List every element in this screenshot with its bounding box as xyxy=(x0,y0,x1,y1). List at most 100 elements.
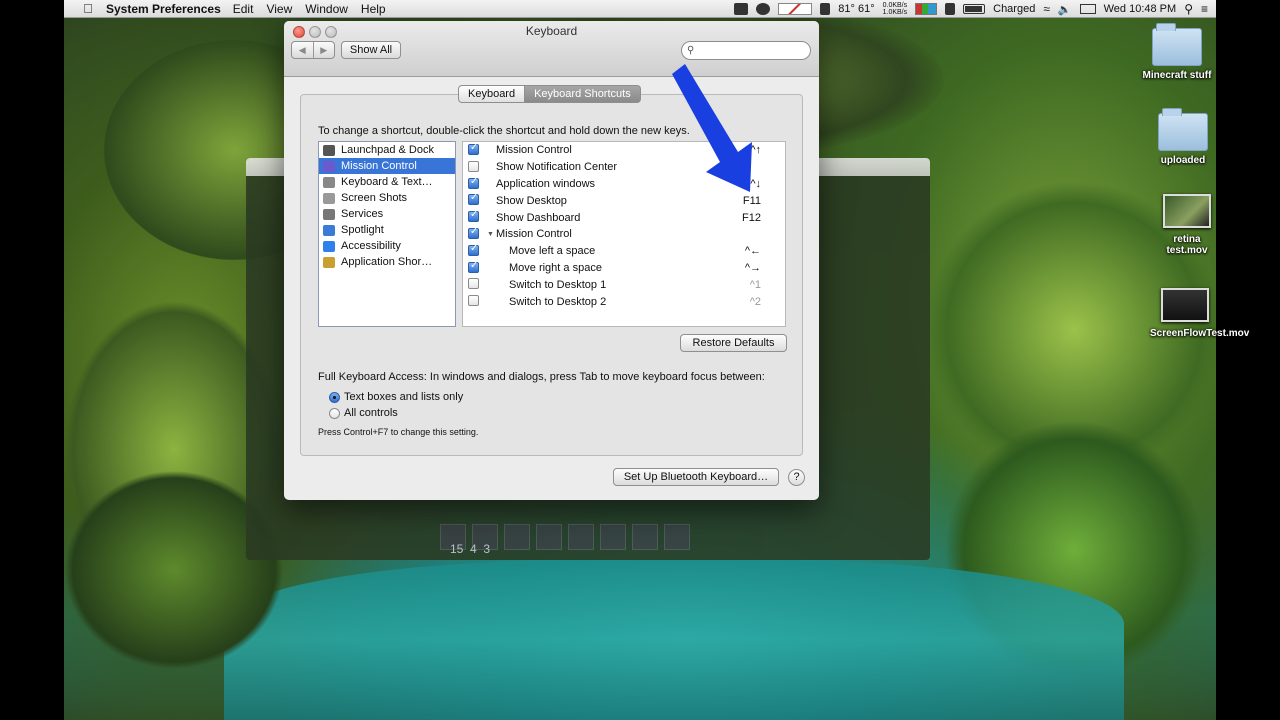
category-item[interactable]: Application Shor… xyxy=(319,254,455,270)
tab-keyboard-shortcuts[interactable]: Keyboard Shortcuts xyxy=(525,85,641,103)
shortcut-label: Application windows xyxy=(496,177,596,190)
radio-button[interactable] xyxy=(329,391,340,403)
shortcut-checkbox[interactable] xyxy=(468,295,479,307)
disk-icon[interactable] xyxy=(945,3,956,15)
movie-thumbnail-icon xyxy=(1163,194,1211,228)
category-item[interactable]: Screen Shots xyxy=(319,190,455,206)
category-item[interactable]: Services xyxy=(319,206,455,222)
full-keyboard-access-label: Full Keyboard Access: In windows and dia… xyxy=(318,371,765,383)
setup-bluetooth-keyboard-button[interactable]: Set Up Bluetooth Keyboard… xyxy=(613,468,779,486)
battery-icon[interactable] xyxy=(963,4,986,14)
blue-arrow-annotation xyxy=(672,64,752,192)
shortcut-checkbox[interactable] xyxy=(468,226,479,239)
shortcut-checkbox[interactable] xyxy=(468,176,479,189)
memory-meter-icon[interactable] xyxy=(915,3,938,15)
accessibility-icon xyxy=(323,240,335,252)
category-item[interactable]: Launchpad & Dock xyxy=(319,142,455,158)
shortcut-row[interactable]: Show Dashboard F12 xyxy=(463,209,785,226)
menu-edit[interactable]: Edit xyxy=(233,2,254,16)
shortcut-checkbox[interactable] xyxy=(468,260,479,273)
menu-window[interactable]: Window xyxy=(305,2,348,16)
disclosure-triangle-icon[interactable]: ▼ xyxy=(487,231,494,238)
shortcut-label: Move right a space xyxy=(509,261,602,274)
shortcut-row[interactable]: Move left a space ^← xyxy=(463,243,785,260)
spotlight-search-icon[interactable]: ⚲ xyxy=(1184,2,1193,16)
apple-menu-icon[interactable]:  xyxy=(78,1,98,16)
show-all-button[interactable]: Show All xyxy=(341,41,401,59)
category-label: Services xyxy=(341,208,384,220)
mission-control-icon xyxy=(323,160,335,172)
shortcut-row[interactable]: Switch to Desktop 2 ^2 xyxy=(463,293,785,310)
window-title: Keyboard xyxy=(525,24,578,38)
river-water xyxy=(224,560,1124,720)
category-label: Keyboard & Text… xyxy=(341,176,433,188)
cpu-graph-icon[interactable] xyxy=(778,3,813,15)
shortcut-checkbox[interactable] xyxy=(468,278,479,290)
shortcut-label: Show Desktop xyxy=(496,194,567,207)
shortcut-label: Mission Control xyxy=(496,228,572,241)
shortcut-checkbox[interactable] xyxy=(468,243,479,256)
shortcut-key[interactable]: ^2 xyxy=(750,296,761,308)
restore-defaults-button[interactable]: Restore Defaults xyxy=(680,334,787,352)
temperature-readout[interactable]: 81° 61° xyxy=(838,3,874,15)
net-up-readout: 0.0KB/s xyxy=(882,2,908,9)
category-label: Mission Control xyxy=(341,160,417,172)
category-label: Spotlight xyxy=(341,224,384,236)
shortcut-checkbox[interactable] xyxy=(468,142,479,155)
shortcut-row[interactable]: Switch to Desktop 1 ^1 xyxy=(463,276,785,293)
desktop-icon-label: retina test.mov xyxy=(1166,234,1208,256)
shortcut-checkbox[interactable] xyxy=(468,192,479,206)
menu-clock[interactable]: Wed 10:48 PM xyxy=(1104,3,1177,15)
network-speed[interactable]: 0.0KB/s 1.0KB/s xyxy=(883,2,908,16)
radio-button[interactable] xyxy=(329,407,340,419)
menu-view[interactable]: View xyxy=(266,2,292,16)
radio-text-boxes[interactable]: Text boxes and lists only xyxy=(329,391,463,403)
radio-label: All controls xyxy=(344,407,398,419)
shortcut-key[interactable]: ^← xyxy=(745,245,761,257)
gear-icon xyxy=(323,208,335,220)
desktop-file-screenflow-test[interactable]: ScreenFlowTest.mov xyxy=(1150,288,1249,339)
app-menu[interactable]: System Preferences xyxy=(106,2,221,16)
category-item[interactable]: Accessibility xyxy=(319,238,455,254)
desktop-file-retina-test[interactable]: retina test.mov xyxy=(1152,194,1222,256)
shortcut-category-list[interactable]: Launchpad & Dock Mission Control Keyboard … xyxy=(318,141,456,327)
forward-arrow-icon[interactable]: ▶ xyxy=(314,42,335,58)
shortcut-key[interactable]: F12 xyxy=(742,212,761,224)
desktop-icon-label: ScreenFlowTest.mov xyxy=(1150,328,1250,339)
desktop-folder-uploaded[interactable]: uploaded xyxy=(1148,108,1218,166)
notification-center-icon[interactable]: ≡ xyxy=(1201,2,1208,16)
status-area: 81° 61° 0.0KB/s 1.0KB/s Charged ≈ 🔈 Wed … xyxy=(734,0,1208,18)
category-item[interactable]: Keyboard & Text… xyxy=(319,174,455,190)
category-item[interactable]: Mission Control xyxy=(319,158,455,174)
back-arrow-icon[interactable]: ◀ xyxy=(292,42,314,58)
flag-icon[interactable] xyxy=(1079,4,1096,14)
shortcut-key[interactable]: ^1 xyxy=(750,279,761,291)
movie-thumbnail-icon xyxy=(1161,288,1209,322)
shortcut-checkbox[interactable] xyxy=(468,209,479,223)
hotbar-counts: 15 4 3 xyxy=(450,542,491,556)
hotbar-slot xyxy=(600,524,626,550)
help-button[interactable]: ? xyxy=(788,469,805,486)
shortcut-label: Show Dashboard xyxy=(496,211,581,224)
shortcut-label: Switch to Desktop 2 xyxy=(509,295,607,308)
category-item[interactable]: Spotlight xyxy=(319,222,455,238)
hotbar-slot xyxy=(664,524,690,550)
tab-bar: Keyboard Keyboard Shortcuts xyxy=(458,85,641,103)
wifi-icon[interactable]: ≈ xyxy=(1043,2,1050,16)
desktop-folder-minecraft[interactable]: Minecraft stuff xyxy=(1142,23,1212,81)
menu-help[interactable]: Help xyxy=(361,2,386,16)
shortcut-row[interactable]: Move right a space ^→ xyxy=(463,260,785,277)
shortcut-label: Mission Control xyxy=(496,144,572,157)
shortcut-checkbox[interactable] xyxy=(468,160,479,172)
camera-icon[interactable] xyxy=(734,3,749,15)
shortcut-group-row[interactable]: ▼Mission Control xyxy=(463,226,785,243)
instruction-text: To change a shortcut, double-click the s… xyxy=(318,125,690,137)
shortcut-key[interactable]: ^→ xyxy=(745,262,761,274)
checkmark-badge-icon[interactable] xyxy=(756,3,771,15)
tab-keyboard[interactable]: Keyboard xyxy=(458,85,526,103)
fan-icon[interactable] xyxy=(820,3,831,15)
volume-icon[interactable]: 🔈 xyxy=(1058,3,1072,16)
battery-status[interactable]: Charged xyxy=(993,3,1035,15)
search-field[interactable]: ⚲ xyxy=(681,41,811,60)
radio-all-controls[interactable]: All controls xyxy=(329,407,398,419)
